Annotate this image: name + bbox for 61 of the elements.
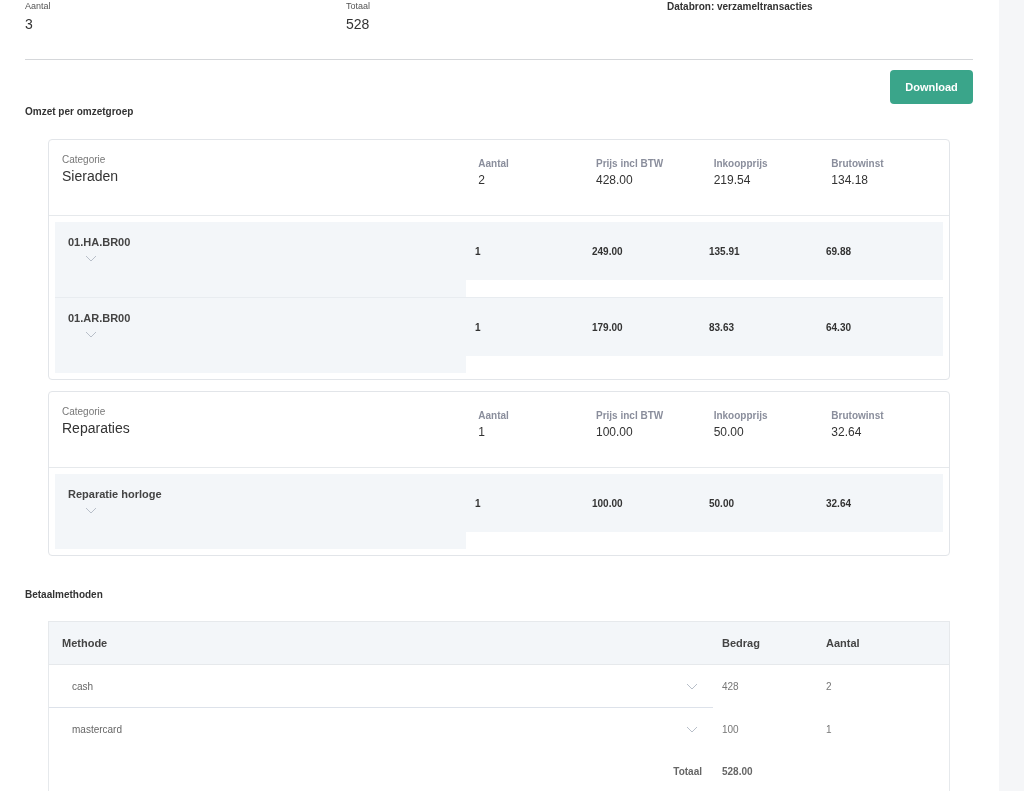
table-cell-text: 428 — [721, 680, 740, 692]
column-value: 32.64 — [831, 425, 863, 439]
data-source-label: Databron: verzameltransacties — [667, 1, 813, 14]
column-value: 50.00 — [713, 425, 745, 439]
table-cell-text: 2 — [826, 680, 833, 692]
column-value: 428.00 — [596, 173, 634, 187]
column-value: 219.54 — [713, 173, 752, 187]
column-value: 134.18 — [831, 173, 870, 187]
column-label: Brutowinst — [831, 410, 885, 421]
chevron-down-icon[interactable] — [85, 507, 97, 514]
stat-value: 528 — [346, 16, 371, 32]
column-value: 1 — [478, 425, 486, 439]
item-value: 100.00 — [592, 497, 624, 509]
column-label: Categorie — [62, 406, 107, 417]
column-label: Inkoopprijs — [713, 410, 769, 421]
column-label: Categorie — [62, 154, 107, 165]
item-name: 01.AR.BR00 — [68, 312, 132, 324]
stat-value: 3 — [25, 16, 34, 32]
table-cell: mastercard — [72, 723, 122, 735]
section-title: Betaalmethoden — [25, 589, 104, 600]
item-row[interactable]: 01.HA.BR00 — [55, 222, 466, 297]
item-value: 83.63 — [709, 321, 736, 333]
column-label: Brutowinst — [831, 158, 885, 169]
item-value: 50.00 — [709, 497, 736, 509]
chevron-down-icon[interactable] — [85, 331, 97, 338]
column-label: Prijs incl BTW — [596, 158, 665, 169]
column-label: Inkoopprijs — [713, 158, 769, 169]
chevron-down-icon[interactable] — [686, 725, 698, 733]
column-header: Aantal — [826, 637, 861, 649]
table-cell-text: 100 — [721, 723, 740, 735]
column-header: Methode — [61, 637, 109, 649]
item-name: Reparatie horloge — [68, 488, 163, 500]
column-label: Aantal — [478, 158, 510, 169]
stat-label: Totaal — [346, 1, 372, 11]
column-label: Prijs incl BTW — [596, 410, 665, 421]
item-value: 1 — [475, 321, 482, 333]
column-header: Bedrag — [721, 637, 761, 649]
column-label: Aantal — [478, 410, 510, 421]
column-value: Reparaties — [62, 420, 131, 436]
item-value: 179.00 — [592, 321, 624, 333]
column-value: 2 — [478, 173, 486, 187]
stat-label: Aantal — [25, 1, 52, 11]
item-row[interactable]: Reparatie horloge — [55, 474, 466, 549]
chevron-down-icon[interactable] — [85, 255, 97, 262]
total-label: Totaal — [672, 765, 703, 777]
item-name: 01.HA.BR00 — [68, 236, 132, 248]
column-value: Sieraden — [62, 168, 120, 184]
column-value: 100.00 — [596, 425, 634, 439]
item-value: 1 — [475, 497, 482, 509]
item-value: 1 — [475, 245, 482, 257]
item-value: 249.00 — [592, 245, 624, 257]
table-cell: cash — [72, 680, 94, 692]
item-value: 32.64 — [826, 497, 853, 509]
item-value: 64.30 — [826, 321, 853, 333]
item-value: 69.88 — [826, 245, 853, 257]
section-title: Omzet per omzetgroep — [25, 106, 135, 117]
item-row[interactable]: 01.AR.BR00 — [55, 298, 466, 373]
total-value: 528.00 — [721, 765, 754, 777]
chevron-down-icon[interactable] — [686, 682, 698, 690]
item-value: 135.91 — [709, 245, 741, 257]
table-cell-text: 1 — [826, 723, 833, 735]
